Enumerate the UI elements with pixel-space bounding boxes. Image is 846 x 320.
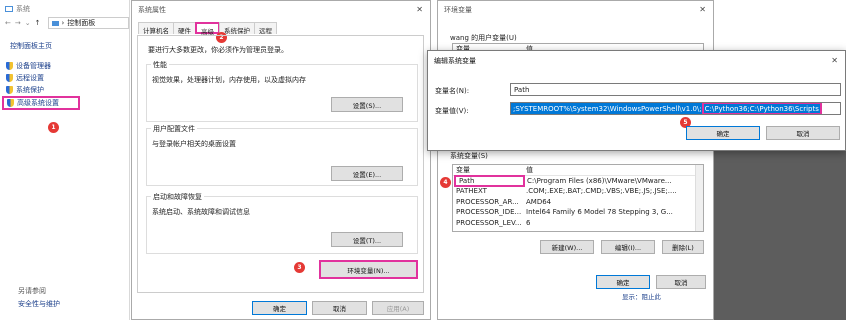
sp-titlebar: 系统属性 ✕ xyxy=(132,1,430,17)
computer-icon xyxy=(5,6,13,12)
cp-title: 系统 xyxy=(16,5,30,13)
group-description: 与登录帐户相关的桌面设置 xyxy=(152,140,236,148)
system-vars-list[interactable]: 变量 值 Path C:\Program Files (x86)\VMware\… xyxy=(452,164,704,232)
close-icon[interactable]: ✕ xyxy=(831,56,845,69)
cancel-button[interactable]: 取消 xyxy=(656,275,706,289)
shield-icon xyxy=(6,62,13,70)
cp-home-link[interactable]: 控制面板主页 xyxy=(0,31,129,51)
environment-variables-dialog: 环境变量 ✕ wang 的用户变量(U) 变量 值 系统变量(S) 变量 值 P… xyxy=(437,0,714,320)
group-title: 用户配置文件 xyxy=(151,124,197,134)
tab-hardware[interactable]: 硬件 xyxy=(173,22,196,35)
group-title: 性能 xyxy=(151,60,169,70)
performance-group: 性能 视觉效果，处理器计划，内存使用，以及虚拟内存 设置(S)... xyxy=(146,60,418,122)
cp-navbar: ← → ⌄ ↑ › 控制面板 xyxy=(0,15,129,31)
sidebar-item-protection[interactable]: 系统保护 xyxy=(0,84,129,96)
cancel-button[interactable]: 取消 xyxy=(766,126,840,140)
ed-titlebar: 编辑系统变量 ✕ xyxy=(428,51,845,69)
user-profiles-group: 用户配置文件 与登录帐户相关的桌面设置 设置(E)... xyxy=(146,124,418,186)
annotation-badge: 1 xyxy=(48,122,59,133)
value-added-text: C:\Python36;C:\Python36\Scripts xyxy=(701,103,822,114)
sidebar-item-label: 系统保护 xyxy=(16,86,44,94)
ev-titlebar: 环境变量 ✕ xyxy=(438,1,713,17)
environment-variables-button[interactable]: 环境变量(N)... xyxy=(319,260,418,279)
annotation-badge: 4 xyxy=(440,177,451,188)
table-row[interactable]: PROCESSOR_IDE... Intel64 Family 6 Model … xyxy=(453,207,703,218)
up-arrow-icon[interactable]: ↑ xyxy=(35,19,41,27)
group-description: 视觉效果，处理器计划，内存使用，以及虚拟内存 xyxy=(152,76,306,84)
edit-variable-button[interactable]: 编辑(I)... xyxy=(601,240,655,254)
table-row[interactable]: PROCESSOR_AR... AMD64 xyxy=(453,197,703,208)
cp-titlebar: 系统 xyxy=(0,0,129,15)
shield-icon xyxy=(6,86,13,94)
value-selected-text: ;SYSTEMROOT%\System32\WindowsPowerShell\… xyxy=(511,103,702,114)
breadcrumb[interactable]: 控制面板 xyxy=(67,18,95,28)
variable-name-label: 变量名(N): xyxy=(435,87,470,95)
table-row[interactable]: PATHEXT .COM;.EXE;.BAT;.CMD;.VBS;.VBE;.J… xyxy=(453,186,703,197)
see-also-heading: 另请参阅 xyxy=(18,287,46,295)
shield-icon xyxy=(7,99,14,107)
startup-recovery-group: 启动和故障恢复 系统启动、系统故障和调试信息 设置(T)... xyxy=(146,192,418,254)
scrollbar[interactable] xyxy=(695,165,703,231)
startup-settings-button[interactable]: 设置(T)... xyxy=(331,232,403,247)
ok-button[interactable]: 确定 xyxy=(686,126,760,140)
breadcrumb-separator-icon: › xyxy=(61,19,65,27)
new-variable-button[interactable]: 新建(W)... xyxy=(540,240,594,254)
control-panel-window: 系统 ← → ⌄ ↑ › 控制面板 控制面板主页 设备管理器 远程设置 系统保护… xyxy=(0,0,130,320)
admin-note: 要进行大多数更改，你必须作为管理员登录。 xyxy=(148,46,288,54)
tab-advanced[interactable]: 高级 xyxy=(195,22,220,36)
forward-arrow-icon[interactable]: → xyxy=(15,19,21,27)
tab-computer-name[interactable]: 计算机名 xyxy=(138,22,174,35)
computer-icon xyxy=(51,20,59,26)
annotation-badge: 3 xyxy=(294,262,305,273)
back-arrow-icon[interactable]: ← xyxy=(5,19,11,27)
background-area xyxy=(714,151,846,320)
apply-button[interactable]: 应用(A) xyxy=(372,301,424,315)
group-title: 启动和故障恢复 xyxy=(151,192,204,202)
ed-title: 编辑系统变量 xyxy=(434,57,476,65)
table-row[interactable]: Path C:\Program Files (x86)\VMware\VMwar… xyxy=(453,174,703,187)
sidebar-item-device-manager[interactable]: 设备管理器 xyxy=(0,60,129,72)
sidebar-item-label: 设备管理器 xyxy=(16,62,51,70)
sp-title: 系统属性 xyxy=(138,6,166,14)
close-icon[interactable]: ✕ xyxy=(699,5,713,17)
user-vars-heading: wang 的用户变量(U) xyxy=(450,34,517,42)
advanced-pane: 要进行大多数更改，你必须作为管理员登录。 性能 视觉效果，处理器计划，内存使用，… xyxy=(137,35,424,293)
sidebar-item-label: 远程设置 xyxy=(16,74,44,82)
cancel-button[interactable]: 取消 xyxy=(312,301,367,315)
bottom-link[interactable]: 显示：阻止此 xyxy=(622,291,714,303)
sidebar-item-remote[interactable]: 远程设置 xyxy=(0,72,129,84)
ev-title: 环境变量 xyxy=(444,6,472,14)
system-properties-dialog: 系统属性 ✕ 计算机名 硬件 高级 系统保护 远程 2 要进行大多数更改，你必须… xyxy=(131,0,431,320)
variable-value-label: 变量值(V): xyxy=(435,107,469,115)
tab-remote[interactable]: 远程 xyxy=(254,22,277,35)
performance-settings-button[interactable]: 设置(S)... xyxy=(331,97,403,112)
user-profiles-settings-button[interactable]: 设置(E)... xyxy=(331,166,403,181)
security-link[interactable]: 安全性与维护 xyxy=(18,299,60,309)
system-vars-heading: 系统变量(S) xyxy=(450,152,488,160)
ok-button[interactable]: 确定 xyxy=(252,301,307,315)
variable-value-field[interactable]: ;SYSTEMROOT%\System32\WindowsPowerShell\… xyxy=(510,102,841,115)
address-bar[interactable]: › 控制面板 xyxy=(47,17,129,29)
delete-variable-button[interactable]: 删除(L) xyxy=(662,240,704,254)
group-description: 系统启动、系统故障和调试信息 xyxy=(152,208,250,216)
sidebar-item-label: 高级系统设置 xyxy=(17,99,59,107)
sidebar-item-advanced[interactable]: 高级系统设置 xyxy=(2,96,80,110)
variable-name-field[interactable]: Path xyxy=(510,83,841,96)
edit-system-variable-dialog: 编辑系统变量 ✕ 变量名(N): Path 变量值(V): ;SYSTEMROO… xyxy=(427,50,846,151)
table-row[interactable]: PROCESSOR_LEV... 6 xyxy=(453,218,703,229)
sp-tabs: 计算机名 硬件 高级 系统保护 远程 xyxy=(138,22,277,36)
close-icon[interactable]: ✕ xyxy=(416,5,430,17)
shield-icon xyxy=(6,74,13,82)
ok-button[interactable]: 确定 xyxy=(596,275,650,289)
chevron-down-icon[interactable]: ⌄ xyxy=(25,19,31,27)
